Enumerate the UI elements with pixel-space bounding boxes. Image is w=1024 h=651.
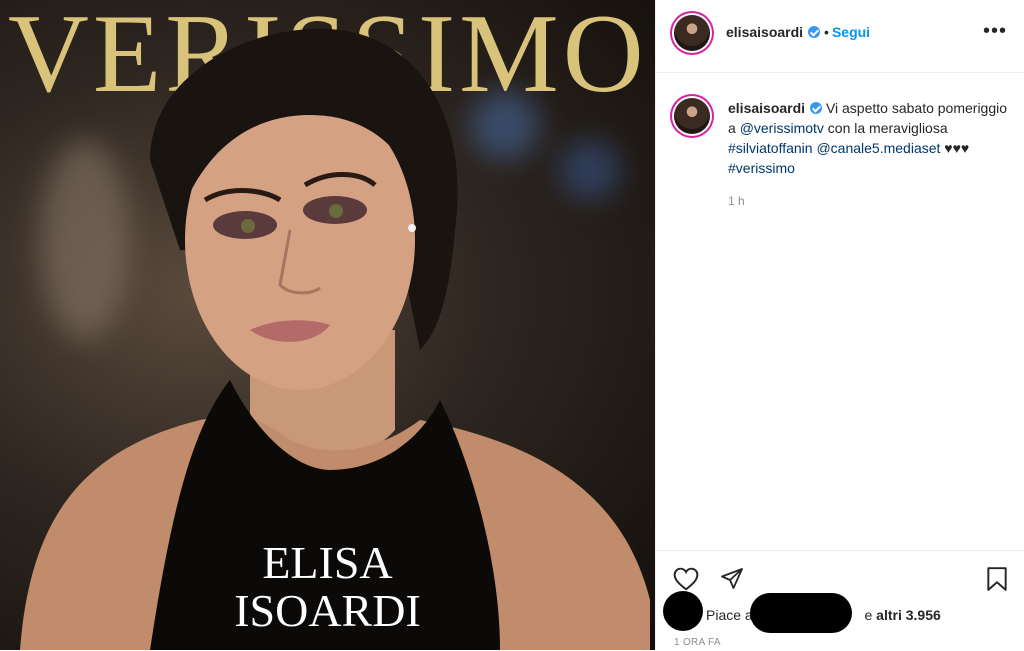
verified-badge-icon	[808, 26, 821, 38]
verified-badge-icon	[810, 102, 823, 114]
hashtag-link[interactable]: #silviatoffanin	[728, 140, 813, 156]
redacted-avatar	[663, 591, 703, 631]
username-link[interactable]: elisaisoardi	[726, 24, 803, 40]
cover-name-first: ELISA	[262, 537, 393, 588]
caption-timestamp: 1 h	[728, 194, 745, 208]
like-heart-icon[interactable]	[672, 565, 700, 593]
post-image[interactable]: VERISSIMO ELISA ISOARDI	[0, 0, 655, 650]
post-sidebar: elisaisoardi • Segui ••• elisaisoardi Vi a…	[655, 0, 1024, 650]
caption-text: ♥♥♥	[940, 140, 970, 156]
bookmark-save-icon[interactable]	[983, 565, 1011, 593]
post-header: elisaisoardi • Segui •••	[656, 0, 1024, 73]
share-direct-icon[interactable]	[718, 565, 746, 593]
avatar[interactable]	[674, 15, 710, 51]
mention-link[interactable]: @canale5.mediaset	[816, 140, 940, 156]
caption-text: con la meravigliosa	[823, 120, 948, 136]
header-user: elisaisoardi • Segui	[726, 24, 870, 42]
more-options-icon[interactable]: •••	[983, 20, 1007, 43]
separator-dot: •	[824, 24, 829, 40]
post-time-ago: 1 ORA FA	[674, 637, 721, 648]
post-caption: elisaisoardi Vi aspetto sabato pomeriggi…	[728, 98, 1008, 178]
likes-mid: e	[864, 607, 877, 623]
action-bar: Piace a e altri 3.956 1 ORA FA	[656, 550, 1024, 651]
caption-username[interactable]: elisaisoardi	[728, 100, 805, 116]
likes-count[interactable]: altri 3.956	[876, 607, 941, 623]
follow-button[interactable]: Segui	[832, 24, 870, 40]
mention-link[interactable]: @verissimotv	[740, 120, 824, 136]
caption-avatar[interactable]	[674, 98, 710, 134]
redacted-username	[750, 593, 852, 633]
likes-prefix: Piace a	[706, 607, 753, 623]
cover-name-last: ISOARDI	[234, 585, 421, 636]
hashtag-link[interactable]: #verissimo	[728, 160, 795, 176]
